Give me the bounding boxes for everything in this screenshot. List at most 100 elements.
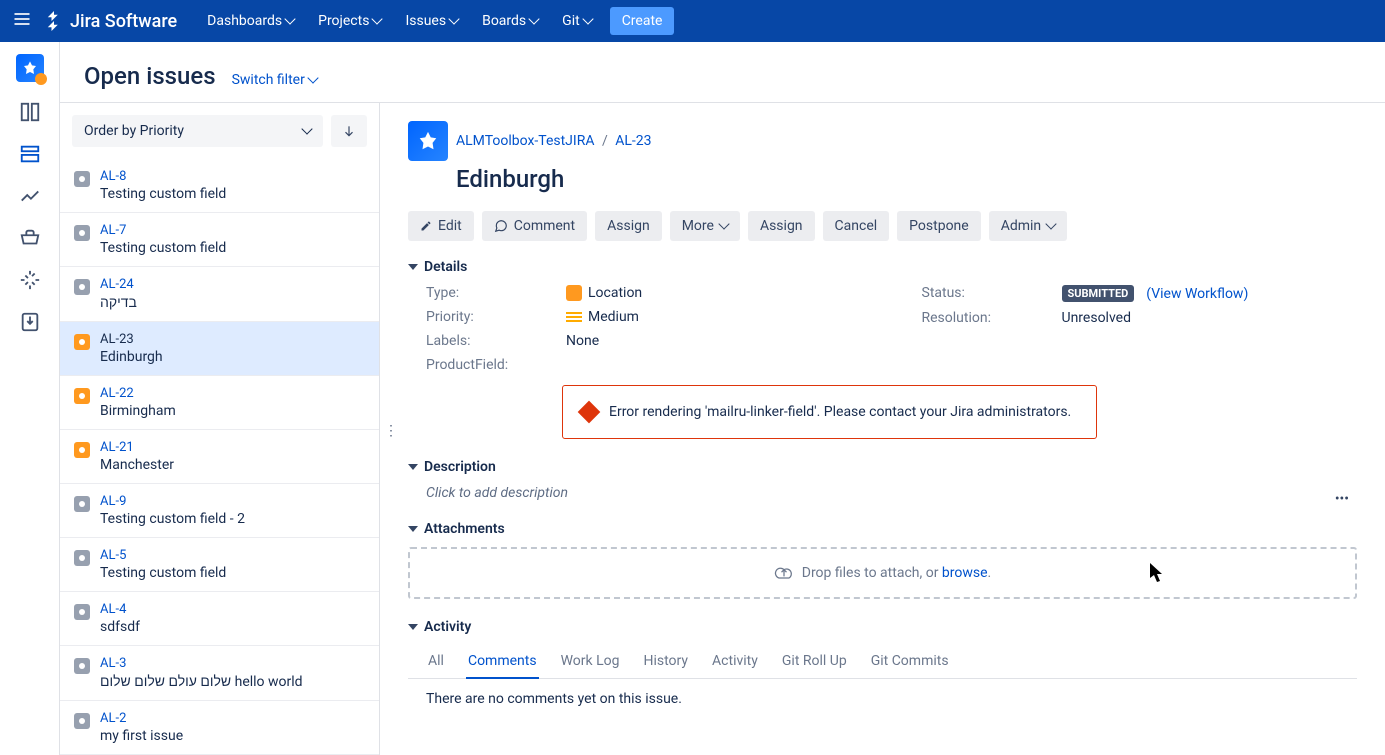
issue-key: AL-21 bbox=[100, 440, 174, 455]
tab-git-roll-up[interactable]: Git Roll Up bbox=[780, 645, 849, 678]
issue-type-icon bbox=[74, 442, 90, 458]
issue-type-icon bbox=[74, 496, 90, 512]
breadcrumb-issue-link[interactable]: AL-23 bbox=[615, 133, 651, 149]
edit-button[interactable]: Edit bbox=[408, 211, 474, 241]
collapse-icon bbox=[408, 526, 418, 532]
top-nav: Jira Software DashboardsProjectsIssuesBo… bbox=[0, 0, 1385, 42]
description-section-header[interactable]: Description bbox=[408, 459, 1357, 475]
tab-work-log[interactable]: Work Log bbox=[559, 645, 622, 678]
details-section-header[interactable]: Details bbox=[408, 259, 1357, 275]
issue-type-icon bbox=[74, 334, 90, 350]
description-placeholder[interactable]: Click to add description bbox=[408, 485, 1357, 501]
issue-key: AL-8 bbox=[100, 169, 226, 184]
rail-import-icon[interactable] bbox=[18, 310, 42, 334]
rail-backlog-icon[interactable] bbox=[18, 142, 42, 166]
issue-summary: Edinburgh bbox=[100, 349, 163, 365]
issue-list-item[interactable]: AL-24בדיקה bbox=[60, 267, 379, 322]
issue-type-icon bbox=[74, 713, 90, 729]
browse-link[interactable]: browse bbox=[942, 565, 988, 581]
rail-releases-icon[interactable] bbox=[18, 226, 42, 250]
rail-addons-icon[interactable] bbox=[18, 268, 42, 292]
order-by-select[interactable]: Order by Priority bbox=[72, 115, 323, 147]
nav-item-git[interactable]: Git bbox=[552, 7, 602, 35]
issue-type-icon bbox=[74, 171, 90, 187]
project-avatar-icon[interactable] bbox=[16, 54, 44, 82]
issue-list-item[interactable]: AL-3שלום עולם שלום שלום hello world bbox=[60, 646, 379, 701]
postpone-button[interactable]: Postpone bbox=[897, 211, 981, 241]
sort-direction-button[interactable] bbox=[331, 115, 367, 147]
more-button[interactable]: More bbox=[670, 211, 740, 241]
priority-label: Priority: bbox=[426, 309, 566, 325]
collapse-icon bbox=[408, 624, 418, 630]
tab-history[interactable]: History bbox=[641, 645, 690, 678]
activity-section-header[interactable]: Activity bbox=[408, 619, 1357, 635]
issue-type-icon bbox=[566, 285, 582, 301]
nav-item-boards[interactable]: Boards bbox=[472, 7, 548, 35]
issue-list-item[interactable]: AL-22Birmingham bbox=[60, 376, 379, 430]
page-header: Open issues Switch filter bbox=[60, 42, 1385, 102]
create-button[interactable]: Create bbox=[610, 7, 675, 35]
type-value: Location bbox=[566, 285, 642, 301]
issue-summary: my first issue bbox=[100, 728, 183, 744]
issue-list-item[interactable]: AL-8 Testing custom field bbox=[60, 159, 379, 213]
issue-type-icon bbox=[74, 658, 90, 674]
issue-type-icon bbox=[74, 604, 90, 620]
issue-list-item[interactable]: AL-23Edinburgh bbox=[60, 322, 379, 376]
collapse-icon bbox=[408, 464, 418, 470]
attachments-more-icon[interactable]: ••• bbox=[1335, 491, 1349, 507]
switch-filter-link[interactable]: Switch filter bbox=[232, 72, 317, 88]
jira-logo[interactable]: Jira Software bbox=[44, 11, 177, 32]
issue-type-icon bbox=[74, 388, 90, 404]
attachment-drop-zone[interactable]: Drop files to attach, or browse. bbox=[408, 547, 1357, 599]
issue-summary: Testing custom field bbox=[100, 240, 226, 256]
issue-key: AL-2 bbox=[100, 711, 183, 726]
issue-key: AL-5 bbox=[100, 548, 226, 563]
rail-reports-icon[interactable] bbox=[18, 184, 42, 208]
tab-all[interactable]: All bbox=[426, 645, 446, 678]
priority-icon bbox=[566, 309, 582, 325]
nav-item-issues[interactable]: Issues bbox=[395, 7, 468, 35]
tab-git-commits[interactable]: Git Commits bbox=[869, 645, 951, 678]
project-avatar-icon bbox=[408, 121, 448, 161]
nav-item-dashboards[interactable]: Dashboards bbox=[197, 7, 304, 35]
chevron-down-icon bbox=[1046, 218, 1057, 229]
tab-comments[interactable]: Comments bbox=[466, 645, 539, 679]
issue-summary: Testing custom field bbox=[100, 565, 226, 581]
issue-detail-panel: ⋮ ALMToolbox-TestJIRA / AL-23 Edinburgh … bbox=[380, 103, 1385, 755]
issue-list-panel: Order by Priority AL-8 Testing custom fie… bbox=[60, 103, 380, 755]
breadcrumb-project-link[interactable]: ALMToolbox-TestJIRA bbox=[456, 133, 594, 149]
attachments-section-header[interactable]: Attachments bbox=[408, 521, 1357, 537]
issue-summary: sdfsdf bbox=[100, 619, 140, 635]
panel-resize-icon[interactable]: ⋮ bbox=[384, 423, 398, 439]
issue-list-item[interactable]: AL-9Testing custom field - 2 bbox=[60, 484, 379, 538]
issue-summary: Testing custom field bbox=[100, 186, 226, 202]
issue-list-item[interactable]: AL-2 my first issue bbox=[60, 701, 379, 755]
assign-transition-button[interactable]: Assign bbox=[748, 211, 815, 241]
labels-label: Labels: bbox=[426, 333, 566, 349]
nav-item-projects[interactable]: Projects bbox=[308, 7, 391, 35]
issue-list-item[interactable]: AL-7Testing custom field bbox=[60, 213, 379, 267]
labels-value: None bbox=[566, 333, 599, 349]
cancel-button[interactable]: Cancel bbox=[823, 211, 890, 241]
menu-toggle-icon[interactable] bbox=[12, 9, 32, 33]
chevron-down-icon bbox=[301, 123, 312, 134]
issue-summary: בדיקה bbox=[100, 294, 137, 311]
issue-list-item[interactable]: AL-5 Testing custom field bbox=[60, 538, 379, 592]
upload-icon bbox=[774, 563, 794, 583]
issue-summary: Testing custom field - 2 bbox=[100, 511, 245, 527]
priority-value: Medium bbox=[566, 309, 639, 325]
chevron-down-icon bbox=[528, 13, 539, 24]
rail-board-icon[interactable] bbox=[18, 100, 42, 124]
issue-list-item[interactable]: AL-4sdfsdf bbox=[60, 592, 379, 646]
issue-summary: Birmingham bbox=[100, 403, 176, 419]
status-badge: SUBMITTED bbox=[1062, 285, 1135, 302]
comment-button[interactable]: Comment bbox=[482, 211, 587, 241]
view-workflow-link[interactable]: (View Workflow) bbox=[1146, 286, 1248, 302]
chevron-down-icon bbox=[718, 218, 729, 229]
issue-summary: Manchester bbox=[100, 457, 174, 473]
assign-button[interactable]: Assign bbox=[595, 211, 662, 241]
issue-list-item[interactable]: AL-21 Manchester bbox=[60, 430, 379, 484]
type-label: Type: bbox=[426, 285, 566, 301]
admin-button[interactable]: Admin bbox=[989, 211, 1067, 241]
tab-activity[interactable]: Activity bbox=[710, 645, 760, 678]
